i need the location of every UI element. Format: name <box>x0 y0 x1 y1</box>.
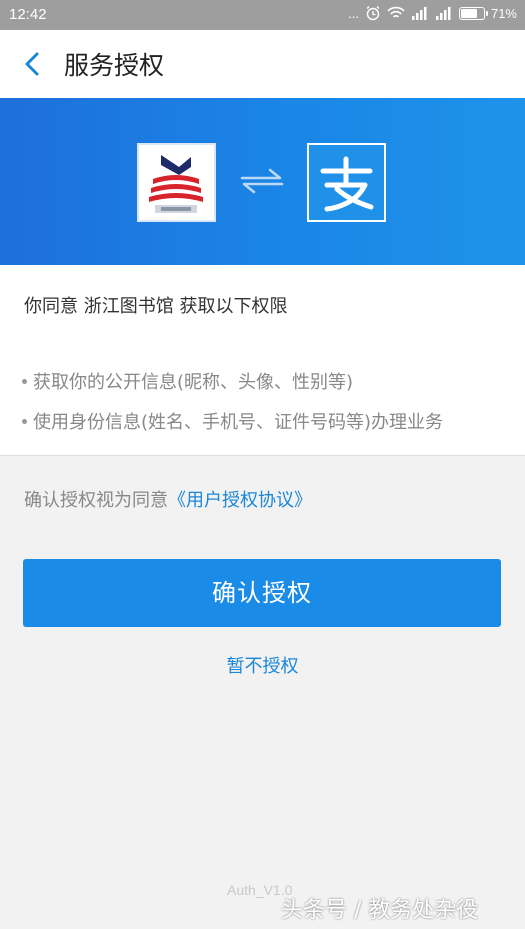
status-bar: 12:42 ... 71% <box>0 0 525 30</box>
battery-icon <box>458 6 488 20</box>
battery-percent: 71% <box>490 5 517 21</box>
signal-icon-2 <box>435 6 451 20</box>
bullet-icon <box>22 378 27 384</box>
more-dots-icon: ... <box>348 5 359 21</box>
agreement-text: 确认授权视为同意《用户授权协议》 <box>24 486 312 512</box>
status-icons: ... 71% <box>348 5 517 21</box>
nav-bar: 服务授权 <box>0 30 525 98</box>
alarm-icon <box>366 6 380 21</box>
chevron-left-icon[interactable] <box>18 49 48 79</box>
library-logo <box>137 143 216 222</box>
agreement-prefix: 确认授权视为同意 <box>24 490 168 511</box>
permission-text: 获取你的公开信息(昵称、头像、性别等) <box>33 372 354 393</box>
page-title: 服务授权 <box>64 51 165 80</box>
library-logo-icon <box>149 155 203 213</box>
alipay-logo <box>307 143 386 222</box>
signal-icon <box>411 6 427 20</box>
permission-item: 使用身份信息(姓名、手机号、证件号码等)办理业务 <box>22 408 443 434</box>
decline-auth-button[interactable]: 暂不授权 <box>0 652 525 678</box>
permission-heading: 你同意 浙江图书馆 获取以下权限 <box>24 296 288 317</box>
status-time: 12:42 <box>9 6 47 23</box>
bullet-icon <box>22 418 27 424</box>
permission-item: 获取你的公开信息(昵称、头像、性别等) <box>22 368 353 394</box>
confirm-auth-button[interactable]: 确认授权 <box>23 559 501 627</box>
alipay-icon <box>320 156 374 212</box>
agreement-link[interactable]: 《用户授权协议》 <box>168 490 312 511</box>
watermark: 头条号 / 教务处杂役 <box>281 898 479 923</box>
wifi-icon <box>387 6 405 18</box>
swap-arrows-icon <box>240 168 284 194</box>
permission-card: 你同意 浙江图书馆 获取以下权限 获取你的公开信息(昵称、头像、性别等) 使用身… <box>0 265 525 456</box>
permission-text: 使用身份信息(姓名、手机号、证件号码等)办理业务 <box>33 412 444 433</box>
